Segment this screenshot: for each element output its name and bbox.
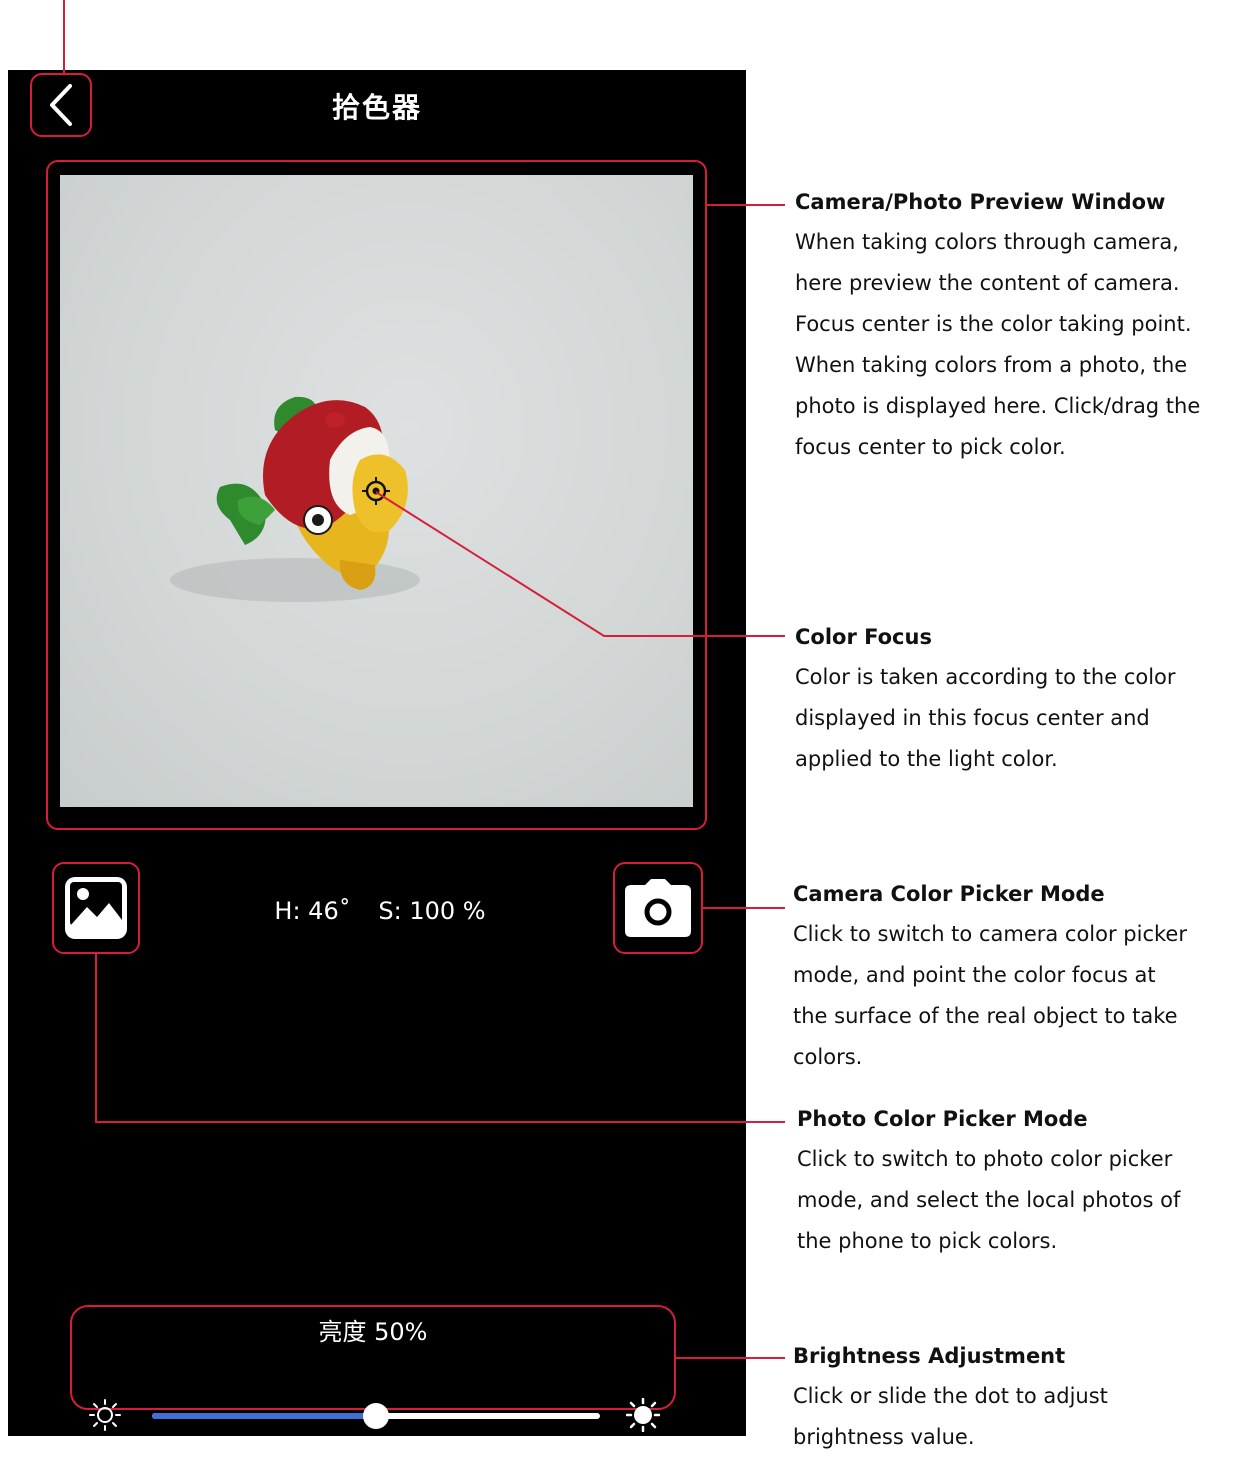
brightness-label: 亮度 50% <box>318 1318 428 1346</box>
image-icon <box>65 877 127 939</box>
annotation-line: focus center to pick color. <box>795 435 1066 459</box>
annotation-line: When taking colors from a photo, the <box>795 353 1188 377</box>
hue-saturation-readout: H: 46˚ S: 100 % <box>190 897 570 925</box>
annotation-title: Brightness Adjustment <box>793 1344 1066 1368</box>
annotation-line: colors. <box>793 1045 863 1069</box>
annotation-line: displayed in this focus center and <box>795 706 1150 730</box>
annotation-line: brightness value. <box>793 1425 975 1449</box>
preview-photo <box>170 396 420 602</box>
camera-icon <box>625 879 691 937</box>
annotation-line: Click to switch to camera color picker <box>793 922 1187 946</box>
annotation-title: Photo Color Picker Mode <box>797 1107 1088 1131</box>
annotation-line: photo is displayed here. Click/drag the <box>795 394 1201 418</box>
annotation-line: Color is taken according to the color <box>795 665 1176 689</box>
annotation-title: Camera/Photo Preview Window <box>795 190 1166 214</box>
saturation-value: S: 100 % <box>378 897 486 925</box>
brightness-slider[interactable] <box>152 1403 600 1429</box>
annotation-line: mode, and point the color focus at <box>793 963 1156 987</box>
brightness-slider-fill <box>152 1413 376 1419</box>
sun-filled-icon <box>626 1398 660 1432</box>
sun-outline-icon <box>89 1399 121 1431</box>
annotation-title: Color Focus <box>795 625 932 649</box>
annotation-color-focus: Color Focus Color is taken according to … <box>795 625 1176 780</box>
camera-preview[interactable] <box>60 175 693 807</box>
annotation-line: the phone to pick colors. <box>797 1229 1058 1253</box>
brightness-slider-thumb[interactable] <box>363 1403 389 1429</box>
annotation-brightness: Brightness Adjustment Click or slide the… <box>793 1344 1108 1458</box>
annotation-camera-mode: Camera Color Picker Mode Click to switch… <box>793 882 1187 1078</box>
annotation-line: mode, and select the local photos of <box>797 1188 1181 1212</box>
page-title: 拾色器 <box>331 91 422 124</box>
annotation-line: here preview the content of camera. <box>795 271 1180 295</box>
annotation-line: Click or slide the dot to adjust <box>793 1384 1108 1408</box>
annotation-line: the surface of the real object to take <box>793 1004 1178 1028</box>
photo-picker-button[interactable] <box>52 862 140 954</box>
annotation-line: applied to the light color. <box>795 747 1058 771</box>
hue-value: H: 46˚ <box>274 897 351 925</box>
annotation-line: Click to switch to photo color picker <box>797 1147 1173 1171</box>
annotation-title: Camera Color Picker Mode <box>793 882 1105 906</box>
annotation-preview-window: Camera/Photo Preview Window When taking … <box>795 190 1200 468</box>
annotation-photo-mode: Photo Color Picker Mode Click to switch … <box>797 1107 1180 1262</box>
annotation-line: Focus center is the color taking point. <box>795 312 1192 336</box>
camera-picker-button[interactable] <box>613 862 703 954</box>
annotation-line: When taking colors through camera, <box>795 230 1179 254</box>
